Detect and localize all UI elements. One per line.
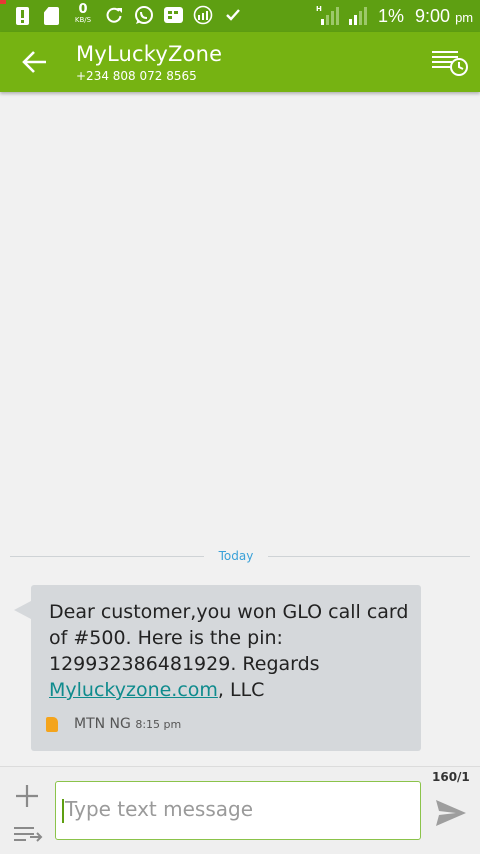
composer: 160/1 Type text message: [0, 766, 480, 854]
quick-text-icon[interactable]: [14, 825, 44, 845]
message-text: Dear customer,you won GLO call card of #…: [49, 599, 419, 703]
scheduled-message-icon[interactable]: [430, 47, 470, 79]
bbm-icon: [164, 7, 183, 23]
chart-icon: [193, 5, 213, 25]
attach-plus-icon[interactable]: [14, 783, 40, 809]
signal-icon: [349, 7, 367, 25]
date-label: Today: [218, 549, 254, 563]
speed-value: 0: [78, 2, 88, 17]
clock-ampm: pm: [455, 10, 474, 25]
date-divider: Today: [10, 548, 470, 566]
status-bar: 0 KB/S H 1% 9:00 pm: [0, 0, 480, 32]
message-suffix: , LLC: [217, 679, 265, 701]
divider-line-right: [268, 556, 470, 557]
whatsapp-icon: [135, 6, 153, 24]
back-arrow-icon[interactable]: [20, 48, 50, 76]
message-bubble[interactable]: Dear customer,you won GLO call card of #…: [31, 585, 421, 751]
text-caret: [62, 798, 64, 823]
bubble-tail: [14, 601, 31, 619]
divider-line-left: [10, 556, 204, 557]
conversation-title: MyLuckyZone: [76, 42, 223, 66]
sd-card-icon: [44, 7, 59, 25]
speed-unit: KB/S: [74, 16, 92, 24]
message-input[interactable]: Type text message: [55, 781, 421, 840]
sim-name: MTN NG: [74, 716, 131, 732]
battery-level: 1%: [378, 6, 405, 26]
alert-icon: [16, 7, 29, 25]
notification-led: [0, 0, 6, 4]
refresh-icon: [106, 7, 122, 23]
char-counter: 160/1: [432, 770, 470, 784]
signal-h-icon: H: [316, 5, 339, 25]
message-body: Dear customer,you won GLO call card of #…: [49, 601, 409, 675]
send-icon[interactable]: [434, 797, 468, 829]
message-meta: MTN NG 8:15 pm: [74, 716, 181, 732]
svg-text:H: H: [316, 5, 322, 13]
message-link[interactable]: Myluckyzone.com: [49, 679, 218, 701]
app-bar: MyLuckyZone +234 808 072 8565: [0, 32, 480, 92]
network-speed: 0 KB/S: [72, 3, 94, 24]
input-placeholder: Type text message: [65, 797, 254, 821]
message-time: 8:15 pm: [135, 718, 182, 731]
phone-number: +234 808 072 8565: [76, 69, 197, 83]
clock-time: 9:00: [415, 6, 451, 26]
check-icon: [226, 9, 240, 21]
clock: 9:00 pm: [415, 6, 473, 27]
sim-card-icon: [46, 717, 58, 732]
